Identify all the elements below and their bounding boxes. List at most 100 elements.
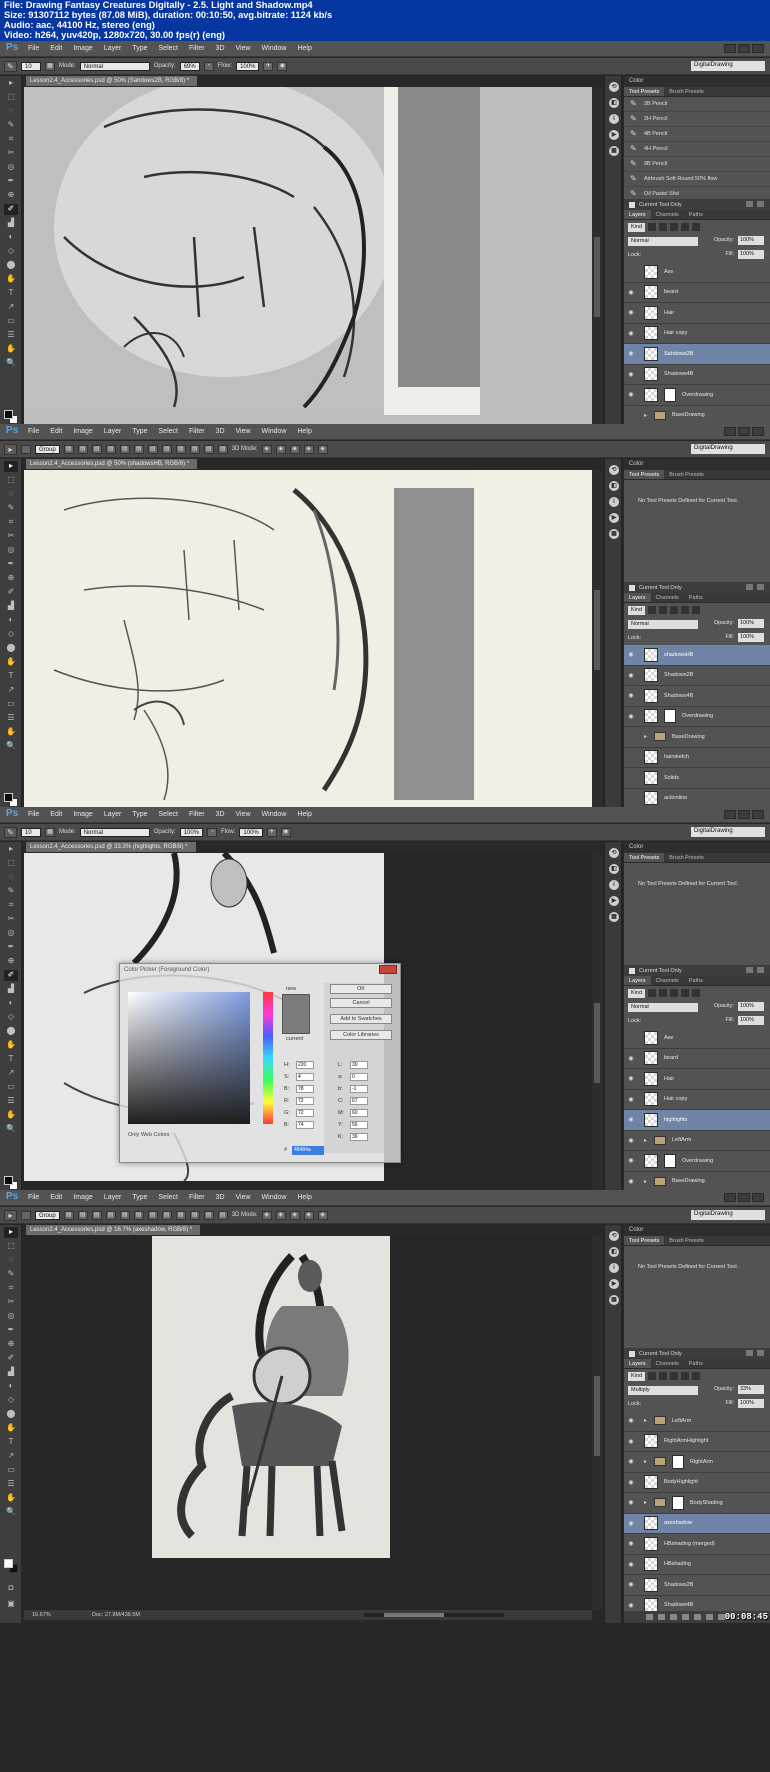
zoom-level[interactable]: 16.67% <box>32 1610 51 1620</box>
menu-layer[interactable]: Layer <box>104 45 122 52</box>
info-icon[interactable]: i <box>609 880 619 890</box>
tab-brush-presets[interactable]: Brush Presets <box>664 853 709 862</box>
expand-arrow-icon[interactable]: ▸ <box>644 733 654 740</box>
layer-row[interactable]: ◉ ▸ LeftArm <box>624 1411 770 1432</box>
visibility-eye-icon[interactable]: ◉ <box>624 1096 638 1103</box>
layer-thumbnail[interactable] <box>644 1092 658 1107</box>
swatches-icon[interactable]: ▦ <box>609 1295 619 1305</box>
stamp-tool-icon[interactable]: ⊕ <box>4 956 18 967</box>
menu-type[interactable]: Type <box>132 811 147 818</box>
visibility-eye-icon[interactable]: ◉ <box>624 1157 638 1164</box>
align-distribute-icon[interactable]: ▤ <box>63 1210 74 1220</box>
document-canvas[interactable] <box>24 87 592 461</box>
path-select-icon[interactable]: ↗ <box>4 1068 18 1079</box>
visibility-eye-icon[interactable]: ◉ <box>624 1540 638 1547</box>
current-tool-only-checkbox[interactable] <box>629 967 635 974</box>
tab-channels[interactable]: Channels <box>651 976 684 985</box>
eyedropper-icon[interactable]: ◎ <box>4 1311 18 1322</box>
eraser-icon[interactable]: ◐ <box>4 232 18 243</box>
visibility-eye-icon[interactable]: ◉ <box>624 1055 638 1062</box>
flow-field[interactable]: 100% <box>236 61 260 71</box>
layer-mask-thumbnail[interactable] <box>664 387 676 402</box>
document-tab[interactable]: Lesson2.4_Accessories.psd @ 33.3% (highl… <box>26 842 196 852</box>
y-field[interactable]: 56 <box>350 1121 368 1129</box>
ok-button[interactable]: OK <box>330 984 392 994</box>
flow-field[interactable]: 100% <box>239 827 263 837</box>
menu-image[interactable]: Image <box>73 45 92 52</box>
menu-help[interactable]: Help <box>297 428 311 435</box>
menu-filter[interactable]: Filter <box>189 45 205 52</box>
align-distribute-icon[interactable]: ▤ <box>161 444 172 454</box>
b-field[interactable]: 78 <box>296 1085 314 1093</box>
document-tab[interactable]: Lesson2.4_Accessories.psd @ 16.7% (axesh… <box>26 1225 201 1235</box>
brush-preset-icon[interactable]: ✎ <box>4 826 17 838</box>
brush-preset-icon[interactable]: ✎ <box>4 60 17 72</box>
visibility-eye-icon[interactable]: ◉ <box>624 1417 638 1424</box>
brush-tool-icon[interactable]: ✐ <box>4 204 18 215</box>
layer-thumbnail[interactable] <box>644 1071 658 1086</box>
tab-paths[interactable]: Paths <box>684 1359 708 1368</box>
actions-icon[interactable]: ▶ <box>609 513 619 523</box>
layer-mask-thumbnail[interactable] <box>672 1454 684 1469</box>
layer-thumbnail[interactable] <box>644 647 658 662</box>
scrollbar-thumb[interactable] <box>384 1613 444 1617</box>
note-icon[interactable]: ☰ <box>4 1479 18 1490</box>
hand-tool-icon[interactable]: ✋ <box>4 1493 18 1504</box>
note-icon[interactable]: ☰ <box>4 1096 18 1107</box>
slice-tool-icon[interactable]: ✂ <box>4 914 18 925</box>
layer-opacity-field[interactable]: 100% <box>738 236 764 245</box>
restore-button[interactable] <box>738 1193 750 1202</box>
properties-icon[interactable]: ◧ <box>609 481 619 491</box>
delete-preset-icon[interactable] <box>757 1350 764 1356</box>
foreground-color-swatch[interactable] <box>4 410 13 419</box>
layer-filter-icon[interactable] <box>659 989 668 997</box>
blend-mode-select[interactable]: Multiply <box>628 1385 698 1395</box>
layer-thumbnail[interactable] <box>644 1475 658 1490</box>
scrollbar-thumb[interactable] <box>594 1376 600 1456</box>
layer-filter-icon[interactable] <box>692 606 701 614</box>
new-preset-icon[interactable] <box>746 584 753 590</box>
pressure-size-icon[interactable]: ◉ <box>277 61 288 71</box>
history-brush-icon[interactable]: ▟ <box>4 1367 18 1378</box>
layer-thumbnail[interactable] <box>644 1153 658 1168</box>
menu-type[interactable]: Type <box>132 45 147 52</box>
layer-opacity-field[interactable]: 100% <box>738 619 764 628</box>
menu-edit[interactable]: Edit <box>50 1194 62 1201</box>
auto-select-checkbox[interactable] <box>21 1210 31 1220</box>
r-field[interactable]: 72 <box>296 1097 314 1105</box>
layer-filter-icon[interactable] <box>648 989 657 997</box>
3d-tool-icon[interactable]: ◈ <box>303 444 314 454</box>
new-group-icon[interactable] <box>694 1614 701 1620</box>
properties-icon[interactable]: ◧ <box>609 1247 619 1257</box>
layer-kind-filter[interactable]: Kind <box>628 1371 646 1381</box>
tab-paths[interactable]: Paths <box>684 976 708 985</box>
link-layers-icon[interactable] <box>646 1614 653 1620</box>
visibility-eye-icon[interactable]: ◉ <box>624 672 638 679</box>
layer-filter-icon[interactable] <box>692 1372 701 1380</box>
workspace-select[interactable]: DigitalDrawing <box>691 444 765 454</box>
properties-icon[interactable]: ◧ <box>609 864 619 874</box>
3d-tool-icon[interactable]: ◈ <box>317 1210 328 1220</box>
dialog-close-button[interactable] <box>379 965 397 974</box>
history-brush-icon[interactable]: ▟ <box>4 984 18 995</box>
layer-thumbnail[interactable] <box>644 750 658 765</box>
quick-select-icon[interactable]: ✎ <box>4 120 18 131</box>
align-distribute-icon[interactable]: ▤ <box>63 444 74 454</box>
lasso-tool-icon[interactable]: ◌ <box>4 872 18 883</box>
hex-field[interactable]: 48484a <box>292 1146 324 1155</box>
menu-image[interactable]: Image <box>73 1194 92 1201</box>
layer-row[interactable]: ◉ Overdrawing <box>624 385 770 406</box>
menu-3d[interactable]: 3D <box>216 811 225 818</box>
3d-tool-icon[interactable]: ◈ <box>275 1210 286 1220</box>
layer-filter-icon[interactable] <box>670 223 679 231</box>
layer-thumbnail[interactable] <box>644 1557 658 1572</box>
3d-tool-icon[interactable]: ◈ <box>289 1210 300 1220</box>
3d-tool-icon[interactable]: ◈ <box>317 444 328 454</box>
eraser-icon[interactable]: ◐ <box>4 1381 18 1392</box>
expand-arrow-icon[interactable]: ▸ <box>644 1499 654 1506</box>
lasso-tool-icon[interactable]: ◌ <box>4 106 18 117</box>
gradient-icon[interactable]: ◇ <box>4 1012 18 1023</box>
color-libraries-button[interactable]: Color Libraries <box>330 1030 392 1040</box>
layer-row[interactable]: ◉ Sahdows2B <box>624 344 770 365</box>
slice-tool-icon[interactable]: ✂ <box>4 531 18 542</box>
